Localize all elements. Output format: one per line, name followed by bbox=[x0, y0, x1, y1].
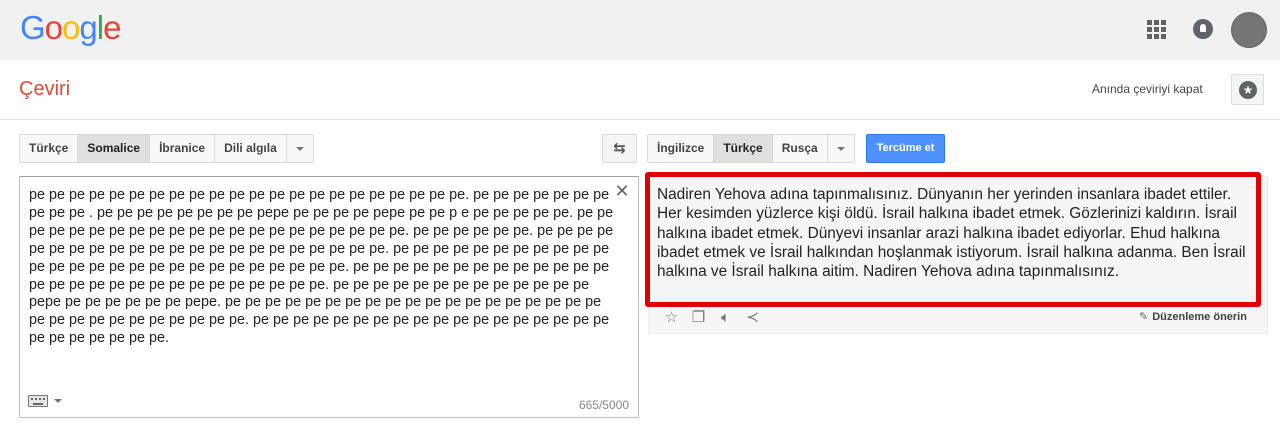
top-bar: Google bbox=[0, 0, 1280, 60]
close-x-icon[interactable]: ✕ bbox=[614, 182, 630, 200]
source-lang-somali[interactable]: Somalice bbox=[78, 135, 151, 162]
character-count: 665/5000 bbox=[578, 398, 629, 412]
source-lang-detect[interactable]: Dili algıla bbox=[215, 135, 287, 162]
apps-grid-icon[interactable] bbox=[1147, 20, 1166, 39]
keyboard-icon[interactable] bbox=[28, 395, 48, 407]
page-title: Çeviri bbox=[19, 78, 71, 100]
target-language-bar: İngilizce Türkçe Rusça bbox=[647, 134, 855, 163]
source-textarea[interactable]: pe pe pe pe pe pe pe pe pe pe pe pe pe p… bbox=[19, 176, 639, 418]
logo-letter: o bbox=[62, 9, 80, 46]
source-language-bar: Türkçe Somalice İbranice Dili algıla bbox=[19, 134, 314, 163]
translate-button[interactable]: Tercüme et bbox=[866, 134, 945, 163]
title-row: Çeviri Anında çeviriyi kapat ★ bbox=[0, 60, 1280, 120]
swap-languages-icon: ⇆ bbox=[613, 140, 626, 157]
instant-translation-toggle-link[interactable]: Anında çeviriyi kapat bbox=[1092, 82, 1203, 96]
target-lang-turkish[interactable]: Türkçe bbox=[714, 135, 773, 162]
target-lang-russian[interactable]: Rusça bbox=[773, 135, 828, 162]
target-lang-english[interactable]: İngilizce bbox=[648, 135, 715, 162]
result-highlight-box bbox=[645, 172, 1261, 307]
suggest-edit-label: Düzenleme önerin bbox=[1152, 311, 1247, 323]
phrasebook-button[interactable]: ★ bbox=[1231, 74, 1264, 105]
input-tools-chevron-down-icon[interactable] bbox=[54, 399, 62, 403]
target-lang-dropdown-chevron-icon[interactable] bbox=[828, 135, 854, 162]
star-icon[interactable]: ☆ bbox=[658, 309, 685, 327]
suggest-edit-link[interactable]: ✎ Düzenleme önerin bbox=[1139, 310, 1247, 323]
account-avatar[interactable] bbox=[1231, 12, 1267, 48]
logo-letter: e bbox=[103, 9, 121, 46]
logo-letter: G bbox=[20, 9, 46, 46]
notifications-icon[interactable] bbox=[1193, 19, 1213, 39]
source-lang-dropdown-chevron-icon[interactable] bbox=[287, 135, 313, 162]
swap-languages-button[interactable]: ⇆ bbox=[602, 134, 637, 163]
phrasebook-star-icon: ★ bbox=[1239, 81, 1257, 99]
logo-letter: g bbox=[79, 9, 97, 46]
source-text[interactable]: pe pe pe pe pe pe pe pe pe pe pe pe pe p… bbox=[29, 187, 614, 348]
source-lang-turkish[interactable]: Türkçe bbox=[20, 135, 79, 162]
pencil-icon: ✎ bbox=[1139, 311, 1149, 323]
result-toolbar: ☆ ❐ 🔈︎ ≺ bbox=[658, 309, 766, 327]
share-icon[interactable]: ≺ bbox=[739, 309, 766, 327]
google-logo[interactable]: Google bbox=[20, 9, 121, 47]
speaker-icon[interactable]: 🔈︎ bbox=[712, 309, 739, 327]
copy-icon[interactable]: ❐ bbox=[685, 309, 712, 327]
source-lang-hebrew[interactable]: İbranice bbox=[150, 135, 216, 162]
logo-letter: o bbox=[44, 9, 63, 46]
